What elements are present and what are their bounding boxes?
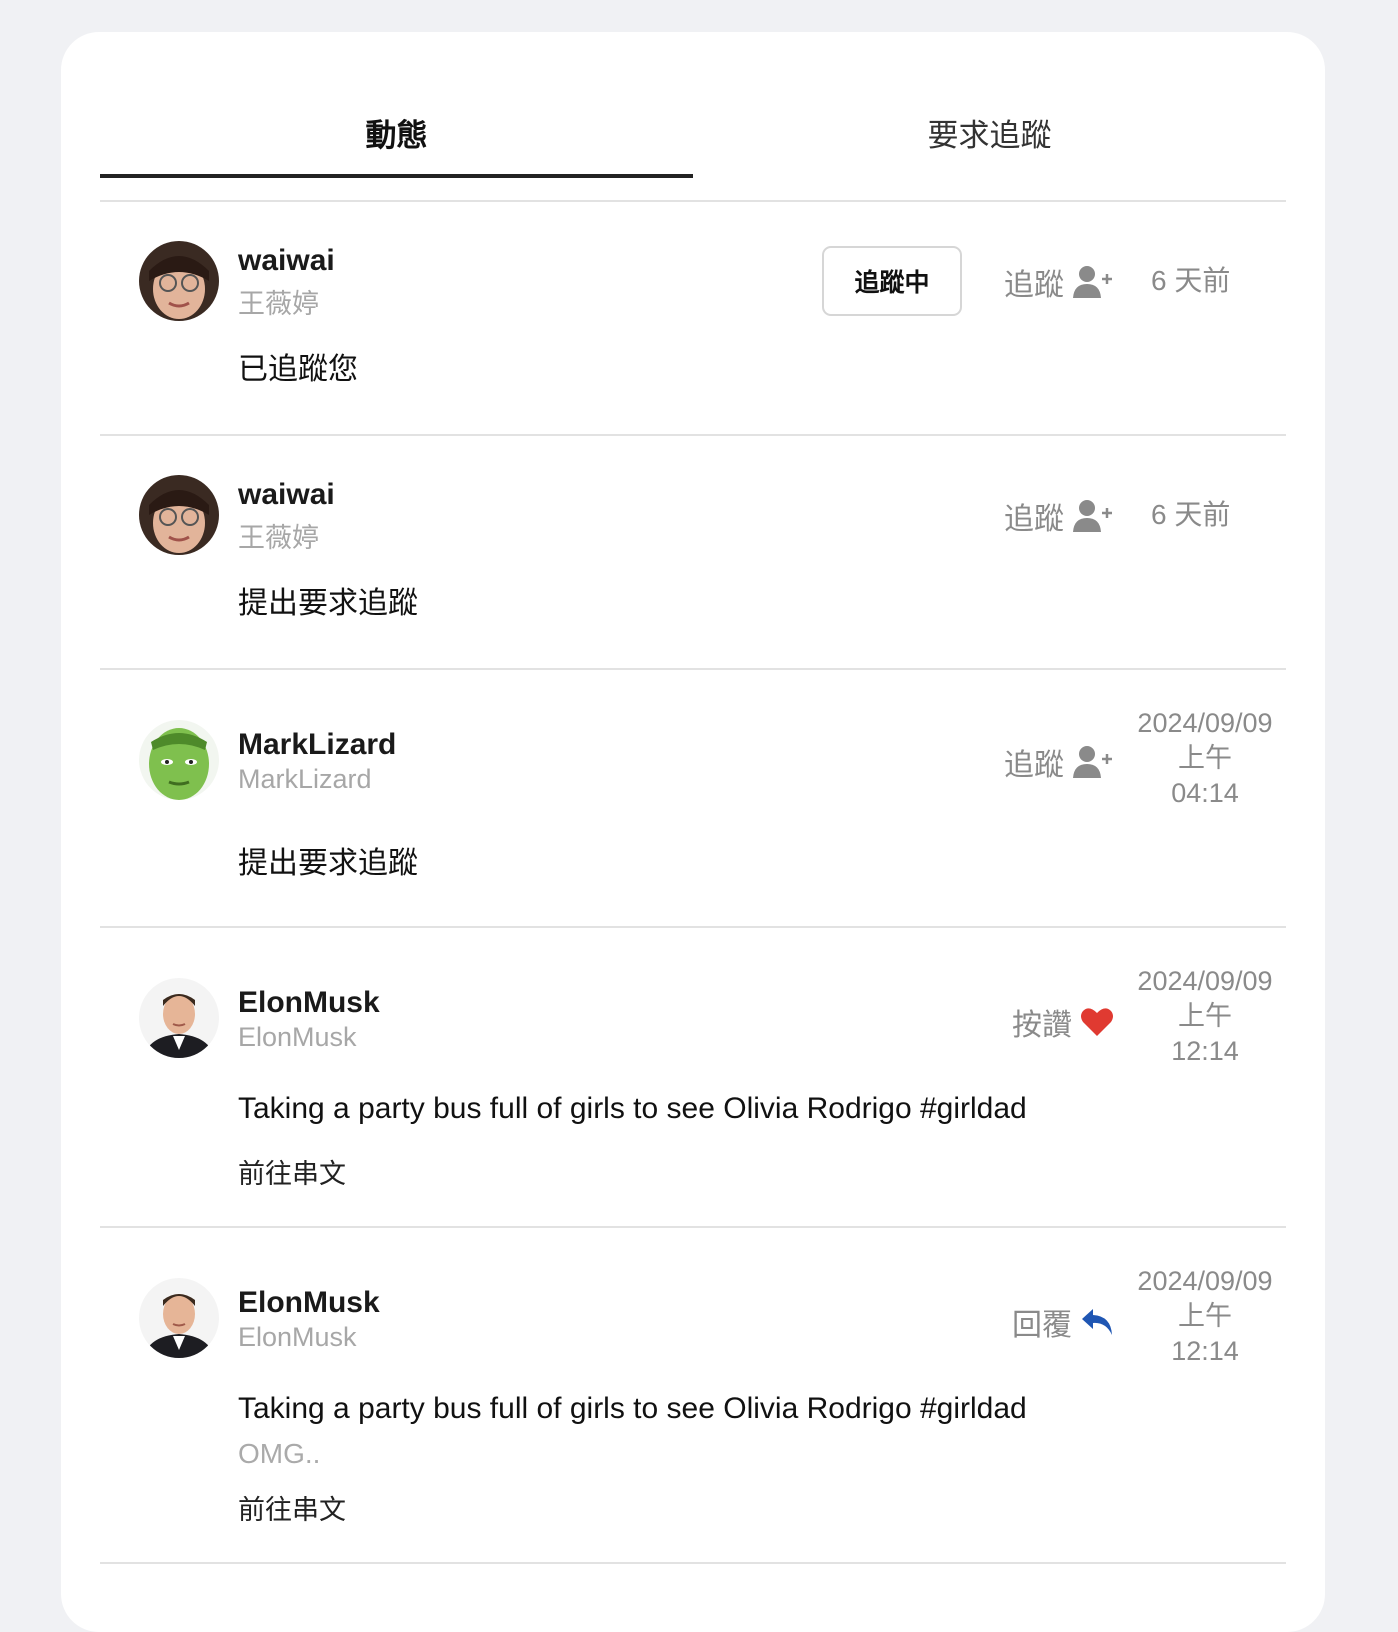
user-plus-icon: [1073, 266, 1112, 298]
timestamp-clock: 12:14: [1171, 1336, 1239, 1366]
notification-message: 提出要求追蹤: [238, 587, 418, 620]
like-label: 按讚: [1012, 1009, 1072, 1042]
notification-item: waiwai 王薇婷 提出要求追蹤 追蹤 6 天前: [100, 436, 1286, 670]
user-handle: ElonMusk: [238, 1322, 357, 1352]
user-handle: 王薇婷: [238, 289, 319, 319]
timestamp-date: 2024/09/09: [1137, 708, 1273, 738]
timestamp-period: 上午: [1178, 1301, 1232, 1331]
notification-item: MarkLizard MarkLizard 提出要求追蹤 追蹤 2024/09/…: [100, 670, 1286, 928]
user-plus-icon: [1073, 746, 1112, 778]
user-plus-icon: [1073, 500, 1112, 532]
notification-item: ElonMusk ElonMusk Taking a party bus ful…: [100, 1228, 1286, 1564]
user-name[interactable]: waiwai: [238, 244, 335, 278]
notification-message: Taking a party bus full of girls to see …: [238, 1392, 1027, 1425]
notification-message: 提出要求追蹤: [238, 847, 418, 880]
timestamp-clock: 04:14: [1171, 778, 1239, 808]
reply-icon: [1082, 1309, 1112, 1335]
user-handle: MarkLizard: [238, 764, 372, 794]
go-to-thread-link[interactable]: 前往串文: [238, 1152, 346, 1191]
avatar[interactable]: [139, 241, 219, 321]
avatar[interactable]: [139, 978, 219, 1058]
avatar[interactable]: [139, 720, 219, 800]
timestamp: 2024/09/09 上午 12:14: [1125, 1264, 1285, 1369]
user-name[interactable]: ElonMusk: [238, 986, 380, 1020]
user-name[interactable]: ElonMusk: [238, 1286, 380, 1320]
timestamp: 6 天前: [1151, 265, 1231, 296]
reply-action[interactable]: 回覆: [1012, 1300, 1114, 1344]
follow-action[interactable]: 追蹤: [1004, 740, 1114, 784]
go-to-thread-link[interactable]: 前往串文: [238, 1488, 346, 1527]
avatar[interactable]: [139, 1278, 219, 1358]
follow-action[interactable]: 追蹤: [1004, 494, 1114, 538]
notification-item: waiwai 王薇婷 已追蹤您 追蹤中 追蹤 6 天前: [100, 202, 1286, 436]
user-handle: ElonMusk: [238, 1022, 357, 1052]
timestamp-date: 2024/09/09: [1137, 966, 1273, 996]
heart-icon: [1081, 1008, 1113, 1036]
timestamp: 2024/09/09 上午 12:14: [1125, 964, 1285, 1069]
timestamp-date: 2024/09/09: [1137, 1266, 1273, 1296]
reply-text: OMG..: [238, 1438, 321, 1469]
tab-bar: 動態 要求追蹤: [100, 32, 1286, 202]
following-button[interactable]: 追蹤中: [822, 246, 962, 316]
notification-message: Taking a party bus full of girls to see …: [238, 1092, 1027, 1125]
like-action[interactable]: 按讚: [1012, 1000, 1114, 1044]
timestamp-clock: 12:14: [1171, 1036, 1239, 1066]
timestamp-period: 上午: [1178, 743, 1232, 773]
follow-label: 追蹤: [1004, 503, 1064, 536]
notifications-card: 動態 要求追蹤 waiwai 王薇婷 已追蹤您 追蹤中 追蹤 6 天前 waiw…: [61, 32, 1325, 1632]
user-name[interactable]: waiwai: [238, 478, 335, 512]
tab-activity[interactable]: 動態: [100, 110, 693, 155]
notification-item: ElonMusk ElonMusk Taking a party bus ful…: [100, 928, 1286, 1228]
tab-follow-requests[interactable]: 要求追蹤: [693, 110, 1286, 155]
notification-message: 已追蹤您: [238, 353, 358, 386]
user-handle: 王薇婷: [238, 523, 319, 553]
reply-label: 回覆: [1012, 1309, 1072, 1342]
timestamp: 2024/09/09 上午 04:14: [1125, 706, 1285, 811]
follow-action[interactable]: 追蹤: [1004, 260, 1114, 304]
follow-label: 追蹤: [1004, 269, 1064, 302]
avatar[interactable]: [139, 475, 219, 555]
user-name[interactable]: MarkLizard: [238, 728, 396, 762]
timestamp-period: 上午: [1178, 1001, 1232, 1031]
follow-label: 追蹤: [1004, 749, 1064, 782]
timestamp: 6 天前: [1151, 499, 1231, 530]
active-tab-indicator: [100, 174, 693, 178]
